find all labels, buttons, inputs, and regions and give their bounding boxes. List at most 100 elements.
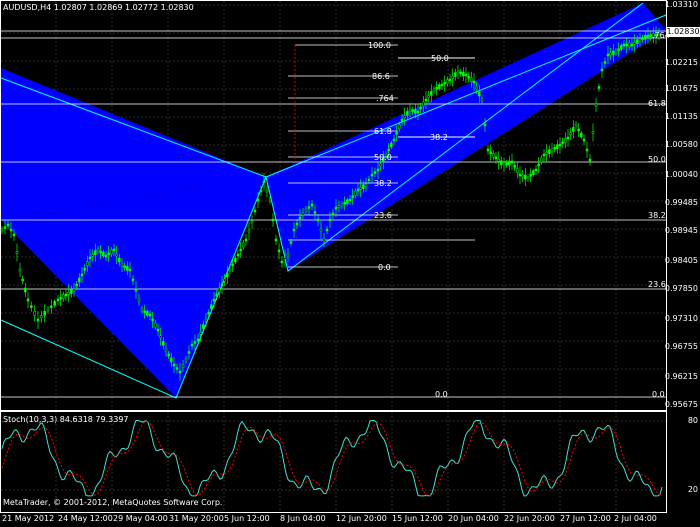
candle-body (313, 211, 317, 214)
candle-body (414, 109, 417, 114)
candle-body (403, 115, 406, 118)
candle-body (556, 144, 559, 149)
candle-body (289, 241, 293, 244)
fib-label: .764 (652, 31, 670, 40)
candle-body (99, 250, 102, 254)
candle-body (236, 253, 240, 257)
candle-body (80, 273, 84, 277)
candle-body (322, 238, 326, 242)
candle-body (387, 148, 390, 152)
candle-body (6, 223, 10, 227)
candle-body (494, 156, 498, 160)
price-axis-label: 0.96755 (664, 342, 698, 351)
candle-body (606, 53, 610, 57)
candle-body (612, 50, 615, 56)
candle-body (508, 160, 511, 166)
price-axis-label: 1.00580 (664, 140, 698, 149)
candle-body (638, 38, 642, 42)
candle-body (286, 253, 290, 257)
candle-body (218, 287, 221, 293)
candle-body (253, 209, 257, 213)
stoch-level-20: 20 (687, 485, 698, 494)
candle-body (548, 149, 551, 154)
candle-body (21, 278, 24, 282)
time-axis-label: 21 May 2012 (2, 514, 55, 523)
candle-body (502, 163, 506, 167)
candle-body (94, 250, 97, 255)
candle-body (400, 118, 404, 122)
candle-body (398, 124, 401, 129)
candle-body (59, 297, 62, 300)
time-axis-label: 5 Jun 12:00 (224, 514, 270, 523)
candle-body (422, 101, 425, 107)
candle-body (159, 335, 162, 338)
candle-body (443, 82, 446, 85)
candle-body (513, 165, 516, 168)
candle-body (196, 338, 200, 342)
candle-body (331, 212, 335, 216)
fib-label: 0.0 (652, 390, 665, 399)
candle-body (580, 132, 583, 138)
candle-body (307, 206, 311, 209)
candle-body (390, 142, 393, 148)
candle-body (561, 141, 564, 144)
candle-body (540, 157, 543, 163)
candle-body (310, 203, 314, 207)
chart-window[interactable]: AUDUSD,H4 1.02807 1.02869 1.02772 1.0283… (0, 0, 700, 525)
candle-body (164, 348, 168, 352)
candle-body (268, 198, 272, 202)
candle-body (18, 268, 22, 272)
price-axis-label: 0.98945 (664, 226, 698, 235)
candle-body (582, 138, 586, 142)
candle-body (134, 288, 138, 292)
candle-body (104, 254, 108, 258)
time-axis-label: 20 Jun 04:00 (448, 514, 499, 523)
fib-label: 23.6 (374, 211, 392, 220)
candle-body (75, 283, 78, 287)
candle-body (131, 278, 135, 282)
candle-body (283, 257, 287, 260)
candle-body (359, 187, 362, 190)
candle-body (454, 72, 457, 77)
candle-body (12, 233, 16, 237)
candle-body (193, 341, 197, 344)
price-axis-label: 1.00040 (664, 170, 698, 179)
candle-body (239, 248, 242, 252)
candle-body (207, 312, 210, 315)
chart-canvas[interactable] (0, 0, 700, 525)
candle-body (43, 311, 46, 316)
candle-body (644, 35, 647, 40)
time-axis-label: 24 May 12:00 (58, 514, 113, 523)
candle-body (510, 160, 514, 164)
candle-body (419, 106, 422, 110)
time-axis-label: 2 Jul 04:00 (614, 514, 657, 523)
candle-body (334, 206, 338, 210)
candle-body (395, 132, 398, 135)
candle-body (492, 153, 495, 158)
candle-body (370, 173, 374, 177)
candle-body (588, 158, 592, 162)
time-axis-label: 15 Jun 12:00 (392, 514, 443, 523)
candle-body (597, 86, 601, 89)
candle-body (628, 42, 631, 48)
candle-body (430, 91, 433, 96)
candle-body (516, 168, 519, 173)
candle-body (102, 251, 105, 257)
candle-body (202, 324, 205, 329)
candle-body (574, 123, 578, 127)
candle-body (110, 249, 113, 255)
candle-body (223, 278, 226, 282)
candle-body (271, 218, 275, 222)
candle-body (64, 293, 68, 297)
candle-body (483, 123, 487, 127)
candle-body (274, 238, 278, 242)
candle-body (408, 108, 412, 112)
candle-body (518, 173, 522, 177)
candle-body (641, 37, 644, 40)
candle-body (83, 268, 86, 271)
fib-label: 86.6 (372, 72, 390, 81)
candle-body (486, 148, 490, 152)
candle-body (151, 318, 154, 322)
candle-body (636, 39, 639, 44)
time-axis-label: 31 May 20:00 (169, 514, 224, 523)
